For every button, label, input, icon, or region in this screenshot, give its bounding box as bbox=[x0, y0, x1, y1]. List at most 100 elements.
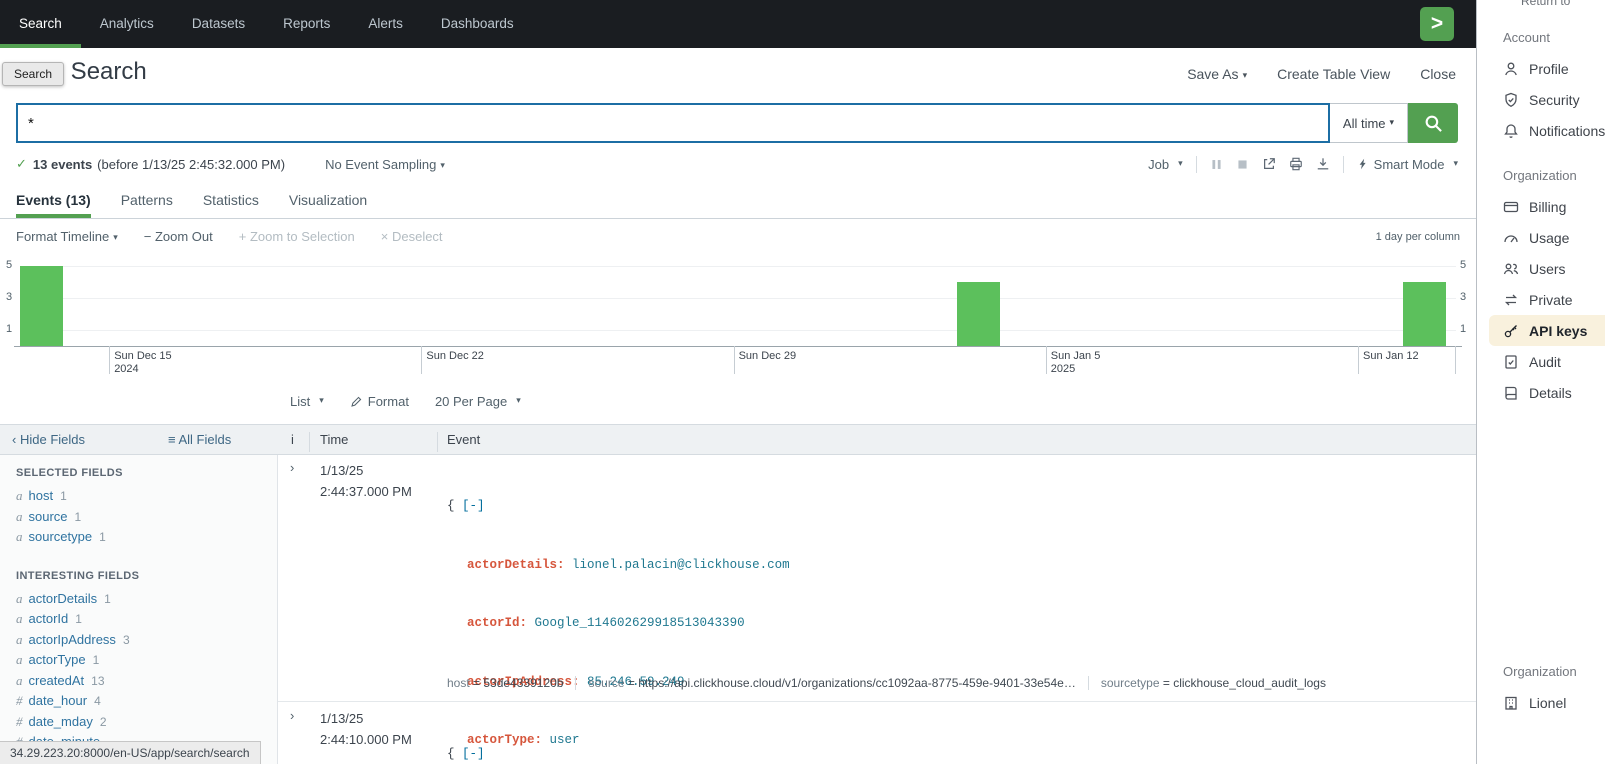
field-host[interactable]: ahost1 bbox=[16, 486, 277, 507]
timeline-bar[interactable] bbox=[957, 282, 1000, 346]
timeline-toolbar: Format Timeline▾ − Zoom Out + Zoom to Se… bbox=[16, 229, 1460, 244]
y-axis-label: 5 bbox=[6, 259, 12, 271]
print-button[interactable] bbox=[1289, 157, 1303, 171]
nav-item-dashboards[interactable]: Dashboards bbox=[422, 0, 533, 48]
expand-event-chevron[interactable]: › bbox=[290, 460, 294, 475]
json-key[interactable]: actorDetails: bbox=[467, 558, 565, 572]
x-axis-end-tick bbox=[1455, 346, 1456, 374]
pause-icon bbox=[1210, 158, 1223, 171]
minus-icon: − bbox=[144, 229, 152, 244]
hide-fields-button[interactable]: ‹ Hide Fields bbox=[12, 432, 85, 447]
field-actordetails[interactable]: aactorDetails1 bbox=[16, 589, 277, 610]
event-json: { [-] actorDetails: lionel.palacin@click… bbox=[447, 706, 790, 764]
account-section-title: Account bbox=[1503, 30, 1605, 45]
meta-sourcetype-value[interactable]: clickhouse_cloud_audit_logs bbox=[1173, 676, 1326, 690]
deselect-button[interactable]: × Deselect bbox=[381, 229, 443, 244]
tab-visualization[interactable]: Visualization bbox=[289, 185, 367, 218]
field-source[interactable]: asource1 bbox=[16, 507, 277, 528]
list-view-dropdown[interactable]: List▾ bbox=[290, 394, 324, 409]
json-key[interactable]: actorId: bbox=[467, 616, 527, 630]
field-date-hour[interactable]: #date_hour4 bbox=[16, 691, 277, 712]
y-axis-label: 1 bbox=[1460, 323, 1466, 335]
field-actorid[interactable]: aactorId1 bbox=[16, 609, 277, 630]
download-icon bbox=[1316, 157, 1330, 171]
search-button[interactable] bbox=[1408, 103, 1458, 143]
users-icon bbox=[1503, 261, 1519, 277]
field-createdat[interactable]: acreatedAt13 bbox=[16, 671, 277, 692]
stop-job-button[interactable] bbox=[1236, 158, 1249, 171]
splunk-logo-icon[interactable]: > bbox=[1420, 7, 1454, 41]
create-table-view-button[interactable]: Create Table View bbox=[1277, 66, 1390, 82]
zoom-out-button[interactable]: − Zoom Out bbox=[144, 229, 213, 244]
splunk-window: Search Analytics Datasets Reports Alerts… bbox=[0, 0, 1476, 764]
header-actions: Save As▾ Create Table View Close bbox=[1187, 66, 1456, 82]
lightning-icon bbox=[1357, 158, 1369, 170]
app-navbar: Search Analytics Datasets Reports Alerts… bbox=[0, 0, 1476, 48]
search-input[interactable] bbox=[16, 103, 1330, 143]
y-axis-label: 3 bbox=[1460, 291, 1466, 303]
x-axis-tick bbox=[421, 346, 422, 374]
nav-item-datasets[interactable]: Datasets bbox=[173, 0, 264, 48]
panel-item-lionel-org[interactable]: Lionel bbox=[1477, 687, 1605, 718]
collapse-json-link[interactable]: [-] bbox=[462, 747, 485, 761]
search-tooltip: Search bbox=[2, 62, 64, 86]
event-sampling-dropdown[interactable]: No Event Sampling▾ bbox=[325, 157, 445, 172]
panel-item-users[interactable]: Users bbox=[1477, 253, 1605, 284]
caret-down-icon: ▾ bbox=[1178, 158, 1183, 169]
return-to-link[interactable]: Return to bbox=[1521, 0, 1570, 8]
panel-item-billing[interactable]: Billing bbox=[1477, 191, 1605, 222]
pencil-icon bbox=[350, 395, 363, 408]
close-button[interactable]: Close bbox=[1420, 66, 1456, 82]
caret-down-icon: ▾ bbox=[1390, 117, 1395, 128]
share-job-button[interactable] bbox=[1262, 157, 1276, 171]
timeline-bar[interactable] bbox=[20, 266, 63, 346]
collapse-json-link[interactable]: [-] bbox=[462, 499, 485, 513]
x-axis-label: Sun Jan 12 bbox=[1363, 350, 1419, 363]
panel-item-usage[interactable]: Usage bbox=[1477, 222, 1605, 253]
building-icon bbox=[1503, 695, 1519, 711]
panel-item-private[interactable]: Private bbox=[1477, 284, 1605, 315]
panel-item-api-keys[interactable]: API keys bbox=[1489, 315, 1605, 346]
job-menu-button[interactable]: Job▾ bbox=[1148, 157, 1183, 172]
tab-statistics[interactable]: Statistics bbox=[203, 185, 259, 218]
timeline-bar[interactable] bbox=[1403, 282, 1446, 346]
all-fields-button[interactable]: ≡ All Fields bbox=[168, 432, 231, 447]
json-value[interactable]: Google_114602629918513043390 bbox=[535, 616, 745, 630]
panel-item-notifications[interactable]: Notifications bbox=[1477, 115, 1605, 146]
meta-host-value[interactable]: 53de4339120b bbox=[483, 676, 563, 690]
search-mode-dropdown[interactable]: Smart Mode▾ bbox=[1357, 157, 1458, 172]
field-actoripaddress[interactable]: aactorIpAddress3 bbox=[16, 630, 277, 651]
per-page-dropdown[interactable]: 20 Per Page▾ bbox=[435, 394, 521, 409]
panel-item-profile[interactable]: Profile bbox=[1477, 53, 1605, 84]
format-results-button[interactable]: Format bbox=[350, 394, 409, 409]
field-actortype[interactable]: aactorType1 bbox=[16, 650, 277, 671]
zoom-to-selection-button[interactable]: + Zoom to Selection bbox=[239, 229, 355, 244]
json-value[interactable]: lionel.palacin@clickhouse.com bbox=[572, 558, 790, 572]
gridline bbox=[20, 330, 1456, 331]
field-sourcetype[interactable]: asourcetype1 bbox=[16, 527, 277, 548]
nav-item-reports[interactable]: Reports bbox=[264, 0, 349, 48]
screen: Search Analytics Datasets Reports Alerts… bbox=[0, 0, 1605, 764]
results-controls: List▾ Format 20 Per Page▾ bbox=[278, 386, 521, 416]
x-axis-line bbox=[14, 346, 1462, 347]
field-date-mday[interactable]: #date_mday2 bbox=[16, 712, 277, 733]
meta-source-value[interactable]: https://api.clickhouse.cloud/v1/organiza… bbox=[638, 676, 1076, 690]
nav-item-alerts[interactable]: Alerts bbox=[349, 0, 422, 48]
panel-item-audit[interactable]: Audit bbox=[1477, 346, 1605, 377]
stop-icon bbox=[1236, 158, 1249, 171]
panel-item-security[interactable]: Security bbox=[1477, 84, 1605, 115]
pause-job-button[interactable] bbox=[1210, 158, 1223, 171]
tab-patterns[interactable]: Patterns bbox=[121, 185, 173, 218]
time-range-picker[interactable]: All time▾ bbox=[1330, 103, 1408, 143]
search-icon bbox=[1424, 114, 1443, 133]
nav-item-analytics[interactable]: Analytics bbox=[81, 0, 173, 48]
export-button[interactable] bbox=[1316, 157, 1330, 171]
x-icon: × bbox=[381, 229, 389, 244]
panel-item-details[interactable]: Details bbox=[1477, 377, 1605, 408]
nav-item-search[interactable]: Search bbox=[0, 0, 81, 48]
format-timeline-dropdown[interactable]: Format Timeline▾ bbox=[16, 229, 118, 244]
save-as-button[interactable]: Save As▾ bbox=[1187, 66, 1247, 82]
expand-event-chevron[interactable]: › bbox=[290, 708, 294, 723]
tab-events[interactable]: Events (13) bbox=[16, 185, 91, 218]
events-list: › 1/13/25 2:44:37.000 PM { [-] actorDeta… bbox=[278, 455, 1476, 764]
